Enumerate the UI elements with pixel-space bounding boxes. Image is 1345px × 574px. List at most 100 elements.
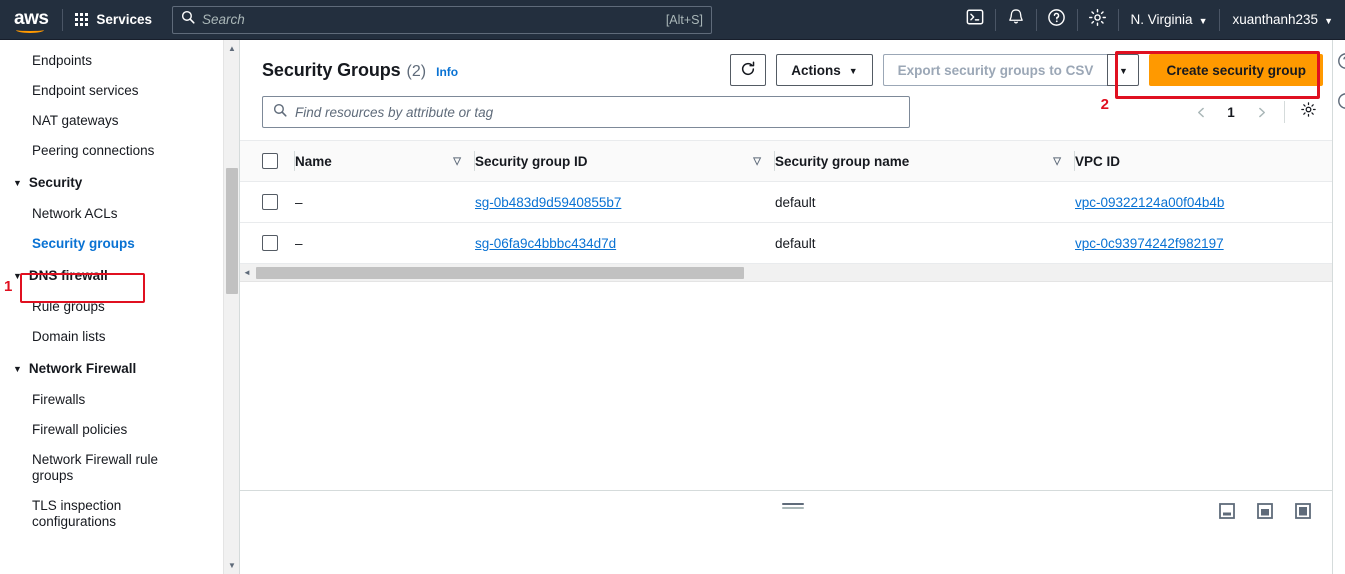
table-scrollbar-thumb[interactable] xyxy=(256,267,744,279)
table-preferences-button[interactable] xyxy=(1293,97,1323,127)
sidebar-item-security-groups[interactable]: Security groups xyxy=(0,229,218,259)
actions-dropdown-button[interactable]: Actions ▼ xyxy=(776,54,873,86)
account-menu[interactable]: xuanthanh235 ▼ xyxy=(1220,0,1345,40)
export-csv-button[interactable]: Export security groups to CSV xyxy=(882,54,1108,86)
sidebar-group-network-firewall[interactable]: ▼ Network Firewall xyxy=(0,352,218,385)
navigation-sidebar: Endpoints Endpoint services NAT gateways… xyxy=(0,40,240,574)
grid-icon xyxy=(75,13,89,26)
sort-icon[interactable]: ▽ xyxy=(1053,156,1061,167)
cell-name: – xyxy=(295,222,475,264)
info-link[interactable]: Info xyxy=(436,65,458,79)
aws-logo[interactable]: aws xyxy=(14,9,49,33)
nav-right-group: N. Virginia ▼ xuanthanh235 ▼ xyxy=(955,0,1345,40)
services-menu-button[interactable]: Services xyxy=(63,0,164,40)
sidebar-item-firewalls[interactable]: Firewalls xyxy=(0,385,218,415)
column-label: Security group ID xyxy=(475,153,588,169)
scroll-down-arrow-icon[interactable]: ▼ xyxy=(224,557,239,574)
row-select-cell xyxy=(240,181,295,223)
resource-count: (2) xyxy=(406,62,427,80)
row-select-cell xyxy=(240,222,295,264)
sidebar-item-nat-gateways[interactable]: NAT gateways xyxy=(0,106,218,136)
table-body: – sg-0b483d9d5940855b7 default vpc-09322… xyxy=(240,181,1345,264)
split-panel xyxy=(240,490,1345,574)
panel-size-medium-icon[interactable] xyxy=(1257,503,1273,524)
sidebar-scrollbar-thumb[interactable] xyxy=(226,168,238,294)
aws-logo-smile-icon xyxy=(16,27,44,33)
top-navigation-bar: aws Services [Alt+S] xyxy=(0,0,1345,40)
row-checkbox[interactable] xyxy=(262,235,278,251)
column-label: Security group name xyxy=(775,153,910,169)
create-label: Create security group xyxy=(1166,62,1306,78)
page-body: Endpoints Endpoint services NAT gateways… xyxy=(0,40,1345,574)
sidebar-item-network-acls[interactable]: Network ACLs xyxy=(0,199,218,229)
page-number-1[interactable]: 1 xyxy=(1218,97,1244,127)
cell-security-group-id: sg-0b483d9d5940855b7 xyxy=(475,181,775,223)
sidebar-item-firewall-policies[interactable]: Firewall policies xyxy=(0,415,218,445)
previous-page-button[interactable] xyxy=(1186,97,1216,127)
cell-name: – xyxy=(295,181,475,223)
cell-value: default xyxy=(775,194,816,210)
security-group-id-link[interactable]: sg-06fa9c4bbbc434d7d xyxy=(475,236,616,251)
panel-size-large-icon[interactable] xyxy=(1295,503,1311,524)
export-dropdown-toggle[interactable]: ▼ xyxy=(1107,54,1140,86)
sidebar-item-peering-connections[interactable]: Peering connections xyxy=(0,136,218,166)
help-button[interactable] xyxy=(1037,0,1077,40)
select-all-checkbox[interactable] xyxy=(262,153,278,169)
scroll-up-arrow-icon[interactable]: ▲ xyxy=(224,40,239,57)
sidebar-item-label: Firewalls xyxy=(32,392,86,407)
sidebar-item-label: Rule groups xyxy=(32,299,105,314)
sidebar-group-dns-firewall[interactable]: ▼ DNS firewall xyxy=(0,259,218,292)
sidebar-item-network-firewall-rule-groups[interactable]: Network Firewall rule groups xyxy=(0,445,218,491)
refresh-button[interactable] xyxy=(730,54,767,86)
sidebar-item-endpoint-services[interactable]: Endpoint services xyxy=(0,76,218,106)
feedback-panel-icon[interactable] xyxy=(1337,92,1345,115)
right-side-rail xyxy=(1332,40,1345,574)
resource-filter-box[interactable] xyxy=(262,96,910,128)
table-empty-space xyxy=(240,282,1345,442)
sidebar-item-rule-groups[interactable]: Rule groups xyxy=(0,292,218,322)
vpc-id-link[interactable]: vpc-09322124a00f04b4b xyxy=(1075,195,1224,210)
sidebar-item-label: Peering connections xyxy=(32,143,155,158)
create-security-group-button[interactable]: Create security group xyxy=(1149,54,1323,86)
table-horizontal-scrollbar[interactable]: ◄ ► xyxy=(240,264,1345,282)
table-row[interactable]: – sg-0b483d9d5940855b7 default vpc-09322… xyxy=(240,181,1345,223)
column-header-vpc-id[interactable]: VPC ID xyxy=(1075,141,1345,182)
column-header-security-group-id[interactable]: Security group ID ▽ xyxy=(475,141,775,182)
page-header: Security Groups (2) Info Actions ▼ Expor… xyxy=(240,40,1345,96)
table-head: Name ▽ Security group ID ▽ Security grou… xyxy=(240,141,1345,182)
settings-button[interactable] xyxy=(1078,0,1118,40)
drag-handle-icon[interactable] xyxy=(781,503,804,511)
sidebar-item-domain-lists[interactable]: Domain lists xyxy=(0,322,218,352)
sidebar-group-label: DNS firewall xyxy=(28,268,108,283)
column-header-name[interactable]: Name ▽ xyxy=(295,141,475,182)
actions-label: Actions xyxy=(791,62,841,78)
cloudshell-button[interactable] xyxy=(955,0,995,40)
vpc-id-link[interactable]: vpc-0c93974242f982197 xyxy=(1075,236,1224,251)
notifications-button[interactable] xyxy=(996,0,1036,40)
sidebar-item-label: Endpoints xyxy=(32,53,93,68)
scroll-left-arrow-icon[interactable]: ◄ xyxy=(240,264,254,282)
help-panel-icon[interactable] xyxy=(1337,52,1345,75)
sidebar-group-security[interactable]: ▼ Security xyxy=(0,166,218,199)
next-page-button[interactable] xyxy=(1246,97,1276,127)
sort-icon[interactable]: ▽ xyxy=(453,156,461,167)
global-search-input[interactable] xyxy=(201,12,666,27)
resource-filter-input[interactable] xyxy=(295,104,899,120)
sidebar-scrollbar[interactable]: ▲ ▼ xyxy=(223,40,239,574)
sidebar-item-label: Domain lists xyxy=(32,329,106,344)
table-header-row: Name ▽ Security group ID ▽ Security grou… xyxy=(240,141,1345,182)
chevron-down-icon: ▼ xyxy=(1198,15,1208,26)
sort-icon[interactable]: ▽ xyxy=(753,156,761,167)
export-label: Export security groups to CSV xyxy=(897,62,1094,78)
global-search-box[interactable]: [Alt+S] xyxy=(171,5,712,34)
row-checkbox[interactable] xyxy=(262,194,278,210)
sidebar-item-tls-inspection-configurations[interactable]: TLS inspection configurations xyxy=(0,491,218,537)
sidebar-item-label: Network Firewall rule groups xyxy=(32,452,159,483)
region-selector[interactable]: N. Virginia ▼ xyxy=(1119,0,1220,40)
column-header-security-group-name[interactable]: Security group name ▽ xyxy=(775,141,1075,182)
security-group-id-link[interactable]: sg-0b483d9d5940855b7 xyxy=(475,195,621,210)
sidebar-item-label: Endpoint services xyxy=(32,83,139,98)
panel-size-small-icon[interactable] xyxy=(1219,503,1235,524)
table-row[interactable]: – sg-06fa9c4bbbc434d7d default vpc-0c939… xyxy=(240,222,1345,264)
sidebar-item-endpoints[interactable]: Endpoints xyxy=(0,46,218,76)
